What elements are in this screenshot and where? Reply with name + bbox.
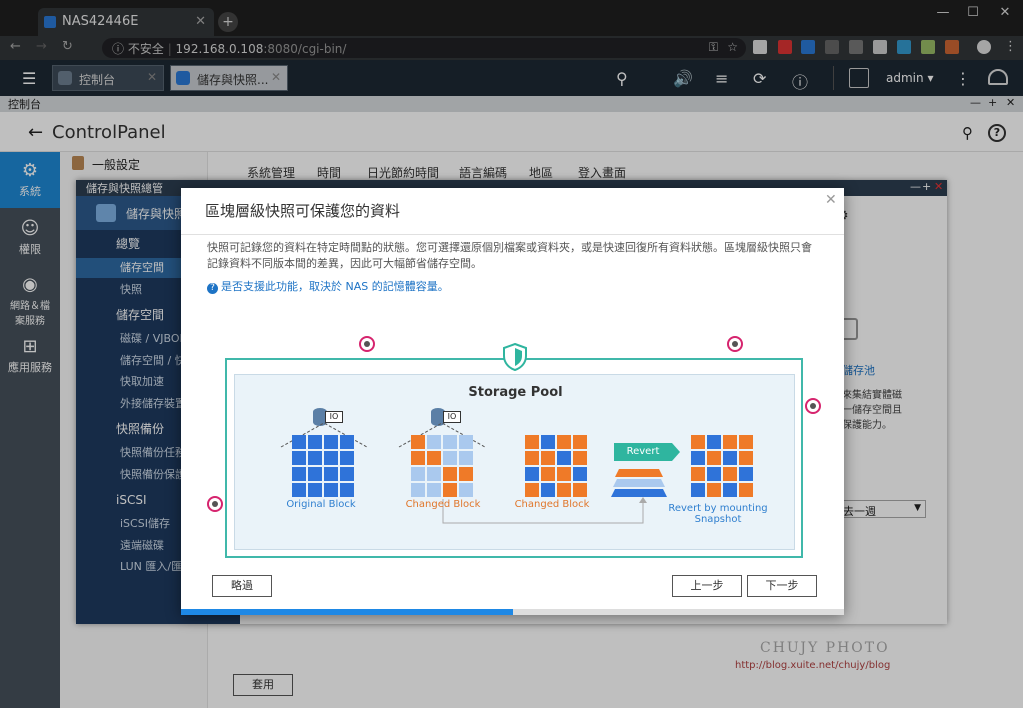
bug-icon [207, 496, 223, 512]
memory-note-text: 是否支援此功能，取決於 NAS 的記憶體容量。 [221, 280, 449, 293]
divider [181, 234, 844, 235]
revert-arrow: Revert [614, 443, 680, 461]
skip-button[interactable]: 略過 [212, 575, 272, 597]
previous-button[interactable]: 上一步 [672, 575, 742, 597]
close-icon[interactable]: ✕ [825, 192, 837, 208]
caption-changed-block: Changed Block [514, 499, 590, 510]
progress-fill [181, 609, 513, 615]
dialog-description: 快照可記錄您的資料在特定時間點的狀態。您可選擇還原個別檔案或資料夾，或是快速回復… [207, 241, 812, 270]
next-button[interactable]: 下一步 [747, 575, 817, 597]
storage-pool-panel: Storage Pool IO IO Revert Original Block… [234, 374, 795, 550]
storage-pool-diagram: Storage Pool IO IO Revert Original Block… [225, 343, 803, 558]
help-icon: ? [207, 283, 218, 294]
progress-bar [181, 609, 844, 615]
dialog-title: 區塊層級快照可保護您的資料 [205, 202, 401, 220]
snapshot-layers-icon [611, 469, 667, 497]
memory-note: ? 是否支援此功能，取決於 NAS 的記憶體容量。 [207, 278, 449, 294]
caption-revert-snapshot: Revert by mounting Snapshot [668, 503, 768, 525]
bug-icon [359, 336, 375, 352]
caption-changed-block: Changed Block [405, 499, 481, 510]
bug-icon [805, 398, 821, 414]
storage-pool-title: Storage Pool [468, 385, 563, 400]
snapshot-intro-dialog: 區塊層級快照可保護您的資料 ✕ 快照可記錄您的資料在特定時間點的狀態。您可選擇還… [181, 188, 844, 615]
bug-icon [727, 336, 743, 352]
block-grid-changed [525, 435, 587, 497]
block-grid-reverted [691, 435, 753, 497]
caption-original-block: Original Block [286, 499, 356, 510]
block-grid-original [292, 435, 354, 497]
shield-icon [503, 343, 527, 371]
block-grid-changed [411, 435, 473, 497]
